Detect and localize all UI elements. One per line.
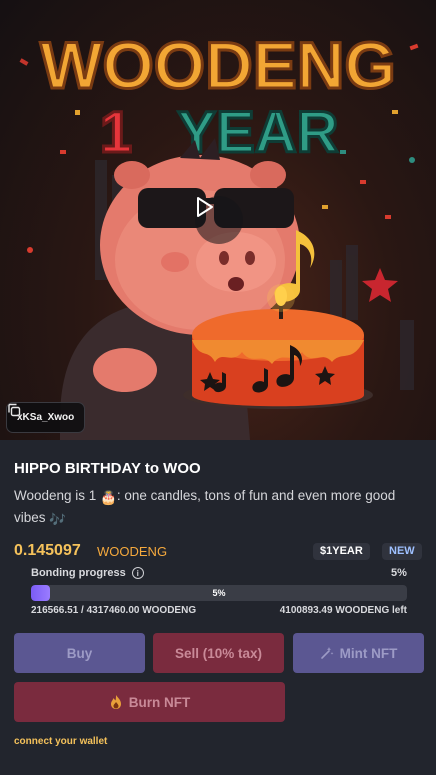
bonding-remaining: 4100893.49 WOODENG left [279, 605, 407, 616]
bonding-progress-bar: 5% [31, 585, 407, 601]
bonding-progress-bar-label: 5% [212, 588, 226, 598]
bonding-progress-text: Bonding progress [31, 567, 126, 579]
price-unit: WOODENG [97, 544, 168, 559]
token-artwork: WOODENG 1 YEAR xKSa_Xwoo [0, 0, 436, 440]
bonding-percent: 5% [391, 567, 407, 579]
sell-button-label: Sell (10% tax) [174, 645, 263, 661]
burn-nft-label: Burn NFT [128, 694, 191, 710]
play-button[interactable] [195, 196, 243, 244]
cake-emoji: 🎂 [100, 490, 117, 505]
music-notes-emoji: 🎶 [49, 512, 67, 527]
mint-nft-label: Mint NFT [339, 645, 398, 661]
bonding-progress-label: Bonding progress i [31, 567, 144, 579]
description-text: Woodeng is 1 [14, 488, 101, 503]
mint-nft-button[interactable]: Mint NFT [293, 633, 424, 673]
wand-icon [320, 647, 334, 659]
buy-button[interactable]: Buy [14, 633, 145, 673]
contract-address: xKSa_Xwoo [17, 412, 75, 423]
copy-icon[interactable] [7, 403, 21, 417]
sell-button[interactable]: Sell (10% tax) [153, 633, 284, 673]
star-shape [362, 268, 398, 302]
contract-address-chip[interactable]: xKSa_Xwoo [6, 402, 86, 433]
connect-wallet-link[interactable]: connect your wallet [14, 736, 107, 747]
fire-icon [110, 695, 121, 709]
artwork-headline: WOODENG [40, 28, 396, 102]
new-badge: NEW [382, 543, 422, 560]
token-price: 0.145097 [14, 542, 81, 559]
ticker-badge: $1YEAR [313, 543, 370, 560]
token-title: HIPPO BIRTHDAY to WOO [14, 460, 201, 477]
bonding-raised: 216566.51 / 4317460.00 WOODENG [31, 605, 197, 616]
token-description: Woodeng is 1 🎂: one candles, tons of fun… [14, 486, 424, 530]
play-icon [197, 197, 213, 217]
info-icon[interactable]: i [131, 567, 144, 579]
buy-button-label: Buy [66, 645, 93, 661]
burn-nft-button[interactable]: Burn NFT [14, 682, 285, 722]
artwork-number: 1 [100, 100, 132, 165]
